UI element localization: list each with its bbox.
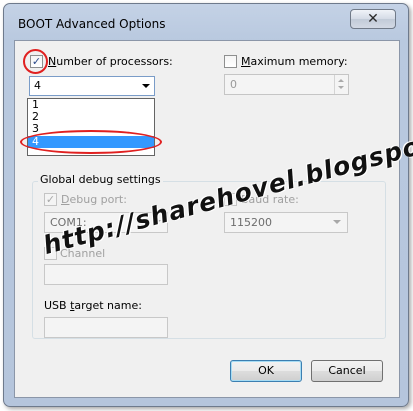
debug-port-value: COM1: xyxy=(50,216,87,229)
window-title: BOOT Advanced Options xyxy=(18,17,166,31)
checkmark-icon: ✓ xyxy=(45,193,56,206)
ok-button[interactable]: OK xyxy=(230,360,302,382)
chevron-down-icon xyxy=(142,84,150,88)
processors-select[interactable]: 4 xyxy=(29,76,155,96)
channel-spinner[interactable] xyxy=(44,264,168,285)
memory-checkbox[interactable] xyxy=(224,55,237,68)
debug-group-title: Global debug settings xyxy=(38,173,163,186)
baud-rate-value: 115200 xyxy=(230,216,272,229)
dropdown-option-2[interactable]: 2 xyxy=(28,111,154,123)
memory-value: 0 xyxy=(230,78,237,91)
channel-label: Channel xyxy=(60,247,106,260)
usb-target-input[interactable] xyxy=(44,317,168,338)
close-icon: ✕ xyxy=(367,11,379,27)
cancel-button[interactable]: Cancel xyxy=(311,360,383,382)
usb-target-label: USB target name: xyxy=(44,299,142,312)
chevron-down-icon xyxy=(153,220,161,224)
spin-up-icon xyxy=(338,79,344,82)
processors-label: Number of processors: xyxy=(48,55,173,68)
channel-checkbox[interactable] xyxy=(44,247,57,260)
annotation-ring-checkbox xyxy=(23,49,48,74)
debug-port-checkbox[interactable]: ✓ xyxy=(44,193,57,206)
baud-rate-checkbox[interactable] xyxy=(224,193,237,206)
close-button[interactable]: ✕ xyxy=(350,9,396,29)
memory-spinner[interactable]: 0 xyxy=(224,74,349,95)
debug-port-select[interactable]: COM1: xyxy=(44,212,168,233)
debug-port-label: Debug port: xyxy=(61,193,127,206)
processors-selected-value: 4 xyxy=(34,79,41,92)
memory-label: Maximum memory: xyxy=(241,55,348,68)
annotation-ring-option xyxy=(20,130,162,154)
baud-rate-label: Baud rate: xyxy=(241,193,299,206)
chevron-down-icon xyxy=(333,220,341,224)
spin-down-icon xyxy=(338,86,344,89)
dropdown-option-1[interactable]: 1 xyxy=(28,99,154,111)
spinner-buttons[interactable] xyxy=(334,75,348,94)
baud-rate-select[interactable]: 115200 xyxy=(224,212,348,233)
